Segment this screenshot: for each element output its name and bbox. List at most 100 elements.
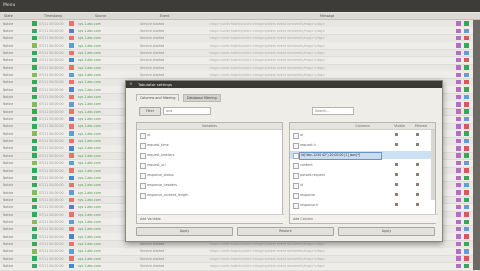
- flag-swatch: [456, 204, 461, 210]
- column-checkbox[interactable]: [293, 203, 299, 209]
- column-item[interactable]: response.h: [290, 201, 435, 209]
- variable-item[interactable]: request_headers: [137, 151, 282, 159]
- row-timestamp: 07/11 00:00:00: [39, 80, 64, 85]
- column-checkbox[interactable]: [293, 163, 299, 169]
- variable-item[interactable]: response_content_length: [137, 191, 282, 199]
- visible-toggle[interactable]: [395, 143, 398, 146]
- vertical-scrollbar[interactable]: [473, 20, 480, 270]
- source-color-swatch: [69, 175, 74, 181]
- row-timestamp: 07/11 00:00:00: [39, 175, 64, 180]
- row-state: Notice: [3, 72, 14, 77]
- variable-checkbox[interactable]: [140, 133, 146, 139]
- search-input[interactable]: Search...: [312, 107, 354, 115]
- column-item[interactable]: id: [290, 181, 435, 189]
- flag-swatch: [456, 124, 461, 129]
- row-timestamp: 07/11 00:00:00: [39, 36, 64, 41]
- header-message[interactable]: Message: [320, 14, 334, 18]
- filtered-toggle[interactable]: [416, 203, 419, 206]
- column-item[interactable]: request.h: [290, 141, 435, 149]
- tab-database[interactable]: Database filtering: [183, 94, 221, 102]
- filtered-toggle[interactable]: [416, 143, 419, 146]
- visible-toggle[interactable]: [395, 193, 398, 196]
- flag-swatch: [456, 87, 461, 92]
- row-timestamp: 07/11 00:00:00: [39, 43, 64, 48]
- header-source[interactable]: Source: [95, 14, 106, 18]
- variable-checkbox[interactable]: [140, 163, 146, 169]
- column-checkbox[interactable]: [293, 153, 299, 159]
- column-edit-field[interactable]: id("abc-1234 42") 20:00:00 [1] json[*]: [299, 152, 382, 160]
- row-event: Service started: [140, 50, 165, 55]
- add-variable-button[interactable]: Add Variable: [137, 214, 285, 223]
- variable-item[interactable]: request_uri: [137, 161, 282, 169]
- column-item[interactable]: id("abc-1234 42") 20:00:00 [1] json[*]: [290, 151, 435, 160]
- header-state[interactable]: State: [4, 14, 13, 18]
- column-checkbox[interactable]: [293, 143, 299, 149]
- visible-toggle[interactable]: [395, 183, 398, 186]
- columns-title: Columns: [355, 124, 370, 128]
- flag-swatch: [456, 263, 461, 269]
- row-state: Notice: [3, 109, 14, 114]
- variable-checkbox[interactable]: [140, 193, 146, 199]
- header-timestamp[interactable]: Timestamp: [44, 14, 62, 18]
- column-checkbox[interactable]: [293, 183, 299, 189]
- flag-swatch: [456, 131, 461, 136]
- row-timestamp: 07/11 00:00:00: [39, 28, 64, 33]
- filtered-toggle[interactable]: [416, 193, 419, 196]
- variable-item[interactable]: request_time: [137, 141, 282, 149]
- filtered-toggle[interactable]: [416, 173, 419, 176]
- filter-button[interactable]: Filter: [139, 107, 161, 116]
- row-source: sys.1.abc.com: [78, 234, 101, 239]
- variable-checkbox[interactable]: [140, 153, 146, 159]
- row-message: <log><unit>hostd</unit><msg>system event…: [209, 65, 326, 70]
- row-state: Notice: [3, 80, 14, 85]
- visible-toggle[interactable]: [395, 163, 398, 166]
- variable-item[interactable]: id: [137, 131, 282, 139]
- status-swatch: [464, 146, 469, 151]
- row-source: sys.1.abc.com: [78, 219, 101, 224]
- close-icon[interactable]: ×: [129, 82, 133, 87]
- restore-button[interactable]: Restore: [237, 227, 334, 236]
- visible-toggle[interactable]: [395, 133, 398, 136]
- visible-toggle[interactable]: [395, 173, 398, 176]
- variable-item[interactable]: response_headers: [137, 181, 282, 189]
- tab-columns[interactable]: Columns and filtering: [136, 94, 180, 101]
- state-color-swatch: [32, 28, 37, 34]
- add-column-button[interactable]: Add Column: [290, 214, 438, 223]
- status-swatch: [464, 234, 469, 239]
- filtered-toggle[interactable]: [416, 133, 419, 136]
- state-color-swatch: [32, 109, 37, 114]
- row-timestamp: 07/11 00:00:00: [39, 21, 64, 26]
- columns-scrollbar[interactable]: [431, 130, 435, 200]
- filtered-toggle[interactable]: [416, 183, 419, 186]
- column-item[interactable]: parsed.request: [290, 171, 435, 179]
- variable-checkbox[interactable]: [140, 143, 146, 149]
- row-state: Notice: [3, 183, 14, 188]
- state-color-swatch: [32, 219, 37, 225]
- row-message: <log><unit>hostd</unit><msg>system event…: [209, 36, 326, 41]
- apply-close-button[interactable]: Apply: [338, 227, 435, 236]
- filtered-toggle[interactable]: [416, 163, 419, 166]
- column-item[interactable]: response: [290, 191, 435, 199]
- column-label: response: [300, 193, 315, 197]
- source-color-swatch: [69, 72, 74, 78]
- column-checkbox[interactable]: [293, 193, 299, 199]
- status-swatch: [464, 79, 469, 85]
- variable-checkbox[interactable]: [140, 173, 146, 179]
- table-row[interactable]: Notice 07/11 00:00:00 sys.1.abc.com Service…: [0, 262, 480, 271]
- variable-checkbox[interactable]: [140, 183, 146, 189]
- visible-toggle[interactable]: [395, 203, 398, 206]
- row-state: Notice: [3, 43, 14, 48]
- filter-select[interactable]: and: [163, 107, 211, 115]
- column-checkbox[interactable]: [293, 133, 299, 139]
- column-label: parsed.request: [300, 173, 325, 177]
- column-item[interactable]: content: [290, 161, 435, 169]
- column-checkbox[interactable]: [293, 173, 299, 179]
- apply-button[interactable]: Apply: [136, 227, 233, 236]
- row-source: sys.1.abc.com: [78, 50, 101, 55]
- flag-swatch: [456, 175, 461, 181]
- variable-item[interactable]: response_status: [137, 171, 282, 179]
- columns-header: Columns Visible Filtered: [290, 123, 435, 130]
- column-item[interactable]: id: [290, 131, 435, 139]
- row-source: sys.1.abc.com: [78, 65, 101, 70]
- header-event[interactable]: Event: [160, 14, 169, 18]
